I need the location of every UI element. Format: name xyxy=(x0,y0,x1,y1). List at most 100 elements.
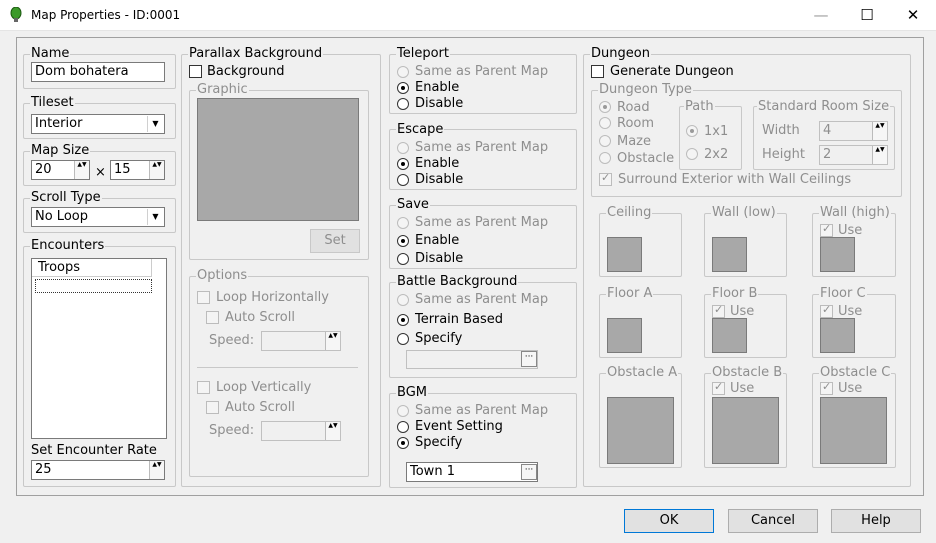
escape-parent-radio[interactable] xyxy=(397,142,409,154)
map-height-input[interactable]: 15 ▲▼ xyxy=(110,160,165,180)
wall-high-label: Wall (high) xyxy=(819,205,891,220)
obstacle-b-label: Obstacle B xyxy=(711,365,784,380)
wall-low-tile[interactable] xyxy=(712,237,747,272)
room-height-spinner[interactable]: ▲▼ xyxy=(872,146,887,164)
surround-checkbox[interactable] xyxy=(599,171,612,186)
battle-background-label: Battle Background xyxy=(396,274,519,289)
dungeon-type-label: Dungeon Type xyxy=(598,82,693,97)
map-width-value: 20 xyxy=(35,162,52,177)
speed-h-input[interactable]: ▲▼ xyxy=(261,331,341,351)
auto-scroll-h-checkbox[interactable] xyxy=(206,311,219,324)
battle-bg-field[interactable] xyxy=(406,350,538,369)
room-height-input[interactable]: 2 ▲▼ xyxy=(819,145,888,165)
list-item[interactable] xyxy=(35,279,152,293)
save-enable-radio[interactable] xyxy=(397,235,409,247)
save-parent-radio[interactable] xyxy=(397,217,409,229)
teleport-enable-label: Enable xyxy=(415,80,460,95)
options-label: Options xyxy=(196,268,249,283)
set-button[interactable]: Set xyxy=(310,229,360,253)
bgm-event-label: Event Setting xyxy=(415,419,503,434)
maximize-button[interactable]: ☐ xyxy=(844,0,890,31)
room-height-label: Height xyxy=(762,147,805,162)
loop-horizontally-checkbox[interactable] xyxy=(197,291,210,304)
auto-scroll-v-label: Auto Scroll xyxy=(225,400,295,415)
teleport-parent-label: Same as Parent Map xyxy=(415,64,549,79)
speed-v-input[interactable]: ▲▼ xyxy=(261,421,341,441)
battle-bg-parent-label: Same as Parent Map xyxy=(415,292,549,307)
minimize-button[interactable]: — xyxy=(798,0,844,31)
battle-bg-parent-radio[interactable] xyxy=(397,294,409,306)
room-width-input[interactable]: 4 ▲▼ xyxy=(819,121,888,141)
obstacle-b-tile[interactable] xyxy=(712,397,779,464)
ok-button[interactable]: OK xyxy=(624,509,714,533)
cancel-button[interactable]: Cancel xyxy=(728,509,818,533)
background-checkbox[interactable] xyxy=(189,65,202,78)
room-radio[interactable] xyxy=(599,117,611,129)
road-radio[interactable] xyxy=(599,101,611,113)
wall-high-use-checkbox[interactable] xyxy=(820,222,833,237)
teleport-enable-radio[interactable] xyxy=(397,82,409,94)
help-button[interactable]: Help xyxy=(831,509,921,533)
map-width-spinner[interactable]: ▲▼ xyxy=(74,161,89,179)
encounter-rate-input[interactable]: 25 ▲▼ xyxy=(31,460,165,480)
path-1x1-radio[interactable] xyxy=(686,125,698,137)
save-disable-radio[interactable] xyxy=(397,253,409,265)
bgm-browse-button[interactable]: ··· xyxy=(521,464,537,480)
bgm-event-radio[interactable] xyxy=(397,421,409,433)
tileset-select[interactable]: Interior ▼ xyxy=(31,114,165,134)
scroll-type-label: Scroll Type xyxy=(30,190,102,205)
escape-enable-radio[interactable] xyxy=(397,158,409,170)
path-2x2-radio[interactable] xyxy=(686,148,698,160)
battle-bg-terrain-radio[interactable] xyxy=(397,314,409,326)
speed-v-spinner[interactable]: ▲▼ xyxy=(325,422,340,440)
wall-high-tile[interactable] xyxy=(820,237,855,272)
options-group xyxy=(189,276,369,477)
path-label: Path xyxy=(684,99,715,114)
ceiling-tile[interactable] xyxy=(607,237,642,272)
map-width-input[interactable]: 20 ▲▼ xyxy=(31,160,90,180)
close-button[interactable]: ✕ xyxy=(890,0,936,31)
obstacle-b-use-checkbox[interactable] xyxy=(712,380,725,395)
room-width-spinner[interactable]: ▲▼ xyxy=(872,122,887,140)
obstacle-c-tile[interactable] xyxy=(820,397,887,464)
name-input[interactable]: Dom bohatera xyxy=(31,62,165,82)
bgm-field[interactable]: Town 1 xyxy=(406,462,538,482)
bgm-specify-radio[interactable] xyxy=(397,437,409,449)
floor-a-tile[interactable] xyxy=(607,318,642,353)
auto-scroll-v-checkbox[interactable] xyxy=(206,401,219,414)
troops-list[interactable]: Troops xyxy=(31,258,167,439)
obstacle-radio[interactable] xyxy=(599,152,611,164)
maze-radio[interactable] xyxy=(599,135,611,147)
teleport-parent-radio[interactable] xyxy=(397,66,409,78)
floor-b-use-checkbox[interactable] xyxy=(712,303,725,318)
scroll-type-select[interactable]: No Loop ▼ xyxy=(31,207,165,227)
chevron-down-icon: ▼ xyxy=(147,116,163,132)
background-label: Background xyxy=(207,64,285,79)
escape-disable-radio[interactable] xyxy=(397,174,409,186)
speed-h-spinner[interactable]: ▲▼ xyxy=(325,332,340,350)
loop-vertically-label: Loop Vertically xyxy=(216,380,312,395)
generate-dungeon-checkbox[interactable] xyxy=(591,65,604,78)
obstacle-c-use-checkbox[interactable] xyxy=(820,380,833,395)
obstacle-a-tile[interactable] xyxy=(607,397,674,464)
battle-bg-browse-button[interactable]: ··· xyxy=(521,351,537,367)
parallax-label: Parallax Background xyxy=(188,46,324,61)
floor-c-tile[interactable] xyxy=(820,318,855,353)
encounter-rate-spinner[interactable]: ▲▼ xyxy=(149,461,164,479)
window-title: Map Properties - ID:0001 xyxy=(31,8,181,22)
floor-b-label: Floor B xyxy=(711,286,759,301)
teleport-disable-radio[interactable] xyxy=(397,98,409,110)
chevron-down-icon: ▼ xyxy=(147,209,163,225)
loop-vertically-checkbox[interactable] xyxy=(197,381,210,394)
floor-c-use-checkbox[interactable] xyxy=(820,303,833,318)
floor-b-tile[interactable] xyxy=(712,318,747,353)
battle-bg-specify-radio[interactable] xyxy=(397,333,409,345)
map-height-spinner[interactable]: ▲▼ xyxy=(149,161,164,179)
troops-column-header[interactable]: Troops xyxy=(32,259,152,277)
bgm-parent-radio[interactable] xyxy=(397,405,409,417)
scroll-type-value: No Loop xyxy=(35,209,88,224)
road-label: Road xyxy=(617,100,650,115)
obstacle-label: Obstacle xyxy=(617,151,675,166)
floor-c-label: Floor C xyxy=(819,286,867,301)
map-size-separator: × xyxy=(95,165,106,180)
